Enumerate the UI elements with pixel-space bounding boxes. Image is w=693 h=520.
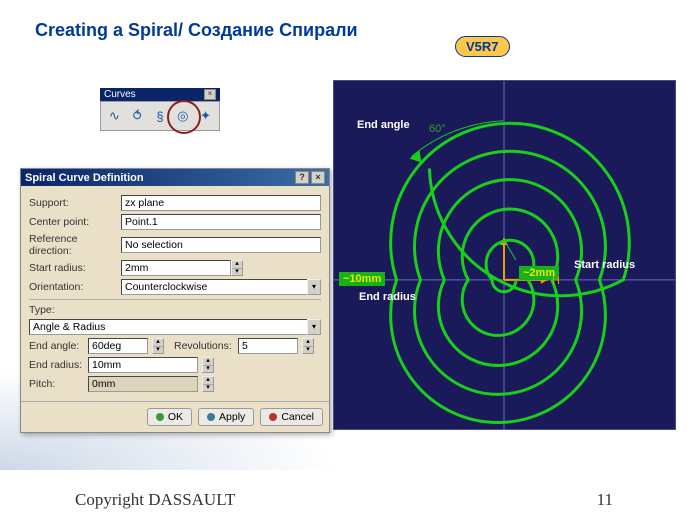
close-button[interactable]: × <box>311 171 325 184</box>
spiral-preview-viewport: End angle 60° Start radius End radius ~1… <box>333 80 676 430</box>
curve-tool-1[interactable]: ∿ <box>104 105 125 127</box>
close-icon[interactable]: × <box>204 89 216 100</box>
type-select[interactable]: Angle & Radius <box>29 319 307 335</box>
support-input[interactable]: zx plane <box>121 195 321 211</box>
curve-tool-2[interactable]: ⥀ <box>127 105 148 127</box>
cancel-button[interactable]: Cancel <box>260 408 323 426</box>
endr-input[interactable]: 10mm <box>88 357 198 373</box>
chevron-down-icon[interactable]: ▾ <box>307 319 321 335</box>
refdir-input[interactable]: No selection <box>121 237 321 253</box>
orient-label: Orientation: <box>29 281 121 293</box>
revs-spinner[interactable]: ▴▾ <box>302 338 314 354</box>
startr-input[interactable]: 2mm <box>121 260 231 276</box>
curves-toolbar: Curves × ∿ ⥀ § ◎ ✦ <box>100 88 220 133</box>
end-angle-value: 60° <box>429 123 446 135</box>
startr-label: Start radius: <box>29 262 121 274</box>
endr-spinner[interactable]: ▴▾ <box>202 357 214 373</box>
center-label: Center point: <box>29 216 121 228</box>
endang-input[interactable]: 60deg <box>88 338 148 354</box>
toolbar-title: Curves <box>104 89 136 100</box>
orient-select[interactable]: Counterclockwise <box>121 279 307 295</box>
page-number: 11 <box>597 490 613 510</box>
pitch-spinner: ▴▾ <box>202 376 214 392</box>
revs-label: Revolutions: <box>174 340 234 352</box>
spiral-tool[interactable]: ◎ <box>172 105 193 127</box>
center-input[interactable]: Point.1 <box>121 214 321 230</box>
startr-spinner[interactable]: ▴▾ <box>231 260 243 276</box>
help-button[interactable]: ? <box>295 171 309 184</box>
chevron-down-icon[interactable]: ▾ <box>307 279 321 295</box>
ok-button[interactable]: OK <box>147 408 192 426</box>
end-radius-label: End radius <box>359 291 416 303</box>
endang-spinner[interactable]: ▴▾ <box>152 338 164 354</box>
page-title: Creating a Spiral/ Создание Спирали <box>35 20 358 41</box>
pitch-label: Pitch: <box>29 378 84 390</box>
spiral-definition-dialog: Spiral Curve Definition ? × Support: zx … <box>20 168 330 433</box>
endr-label: End radius: <box>29 359 84 371</box>
version-badge: V5R7 <box>455 36 510 57</box>
spiral-graphic <box>334 81 675 429</box>
revs-input[interactable]: 5 <box>238 338 298 354</box>
support-label: Support: <box>29 197 121 209</box>
pitch-input: 0mm <box>88 376 198 392</box>
axis-h-label: H <box>552 275 560 287</box>
endang-label: End angle: <box>29 340 84 352</box>
refdir-label: Reference direction: <box>29 233 121 257</box>
copyright-text: Copyright DASSAULT <box>75 490 235 510</box>
apply-button[interactable]: Apply <box>198 408 254 426</box>
type-label: Type: <box>29 304 64 316</box>
start-radius-label: Start radius <box>574 259 635 271</box>
end-radius-value: ~10mm <box>339 272 385 286</box>
dialog-title: Spiral Curve Definition <box>25 172 144 184</box>
end-angle-label: End angle <box>357 119 410 131</box>
